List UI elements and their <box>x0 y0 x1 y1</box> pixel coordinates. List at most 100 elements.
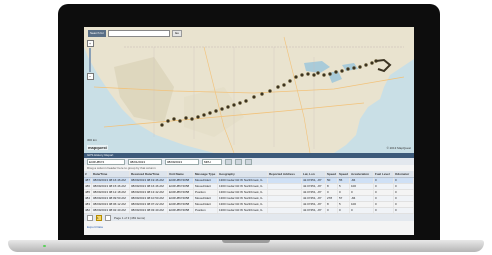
table-cell: 483 <box>85 202 92 207</box>
table-cell: -84 <box>350 196 374 201</box>
table-cell: 1300 Cedar Rd W Northbrook, IL <box>218 208 268 213</box>
col-header[interactable]: Speed <box>326 171 338 177</box>
table-cell: 57 <box>338 196 350 201</box>
table-cell: 1300 Cedar Rd W Northbrook, IL <box>218 202 268 207</box>
col-header[interactable]: Fuel Level <box>374 171 394 177</box>
col-header[interactable]: # <box>84 171 92 177</box>
zoom-out-button[interactable]: − <box>86 73 94 80</box>
table-cell: Moved/Alert <box>194 178 218 183</box>
table-cell: 0 <box>374 184 394 189</box>
table-cell <box>268 208 302 213</box>
table-cell: 0 <box>374 190 394 195</box>
col-header[interactable]: Message Type <box>194 171 218 177</box>
table-cell: 0 <box>338 208 350 213</box>
table-cell: 08/09/2013 08:02:40 AM <box>92 208 130 213</box>
col-header[interactable]: Unit Name <box>168 171 194 177</box>
table-cell: 0 <box>394 190 414 195</box>
table-cell: 1300 Cedar Rd W Northbrook, IL <box>218 178 268 183</box>
zoom-in-button[interactable]: + <box>86 40 94 47</box>
search-input[interactable] <box>107 30 170 37</box>
report-toolbar: ECRU8674 08/01/2013 08/09/2013 MPH <box>84 158 414 165</box>
table-cell: 278 <box>326 196 338 201</box>
table-cell: ECRU8674058 <box>168 202 194 207</box>
table-cell: 0 <box>326 208 338 213</box>
table-cell: 0 <box>394 208 414 213</box>
col-header[interactable]: Speed Limit <box>338 171 350 177</box>
table-cell: 08/09/2013 08:16:46 AM <box>130 184 168 189</box>
table-cell <box>268 202 302 207</box>
group-hint: Drag a column header here to group by th… <box>87 166 156 170</box>
unit-select[interactable]: MPH <box>202 158 222 165</box>
table-cell: 08/09/2013 08:09:50 AM <box>92 196 130 201</box>
pager: 1 Page 1 of 3 (481 items) <box>84 214 414 221</box>
table-cell: -84 <box>350 178 374 183</box>
table-cell: ECRU8674058 <box>168 196 194 201</box>
table-cell: 0 <box>374 202 394 207</box>
table-cell: 42.07451, -87 <box>302 184 326 189</box>
map-scale: 300 km <box>87 138 97 142</box>
table-cell: Moved/Alert <box>194 196 218 201</box>
col-header[interactable]: Geography <box>218 171 268 177</box>
zoom-slider[interactable] <box>89 48 91 72</box>
table-cell: 0 <box>394 202 414 207</box>
table-cell: 5 <box>338 202 350 207</box>
refresh-icon[interactable] <box>225 158 232 165</box>
table-cell: 100 <box>350 202 374 207</box>
table-cell: 8 <box>326 202 338 207</box>
col-header[interactable]: Odometer <box>394 171 414 177</box>
table-cell: 0 <box>374 178 394 183</box>
table-cell: 08/09/2013 08:06:12 AM <box>92 202 130 207</box>
col-header[interactable]: Reported Address <box>268 171 302 177</box>
table-cell: 5 <box>338 184 350 189</box>
table-cell: 484 <box>85 196 92 201</box>
go-button[interactable]: Go <box>171 30 182 37</box>
col-header[interactable]: Acceleration <box>350 171 374 177</box>
grid-header: # Date/Time Received Date/Time Unit Name… <box>84 171 414 178</box>
print-icon[interactable] <box>235 158 242 165</box>
table-cell <box>268 196 302 201</box>
laptop-base <box>8 240 484 252</box>
table-cell: 0 <box>394 184 414 189</box>
table-cell: 08/09/2013 08:16:46 AM <box>92 178 130 183</box>
table-cell: 0 <box>338 190 350 195</box>
data-grid: # Date/Time Received Date/Time Unit Name… <box>84 171 414 220</box>
app-screen: Search for Go + − 300 km mapquest © 2013… <box>84 27 414 235</box>
col-header[interactable]: Lat, Lon <box>302 171 326 177</box>
table-cell: 08/09/2013 08:19:46 AM <box>130 178 168 183</box>
current-page[interactable]: 1 <box>96 214 102 221</box>
table-cell: 485 <box>85 190 92 195</box>
map-search-bar: Search for Go <box>88 30 182 37</box>
table-cell: 0 <box>326 190 338 195</box>
table-cell: 42.07451, -87 <box>302 202 326 207</box>
table-cell: 50 <box>326 178 338 183</box>
table-cell: 1300 Cedar Rd W Northbrook, IL <box>218 196 268 201</box>
table-cell <box>268 184 302 189</box>
table-cell: 42.07451, -87 <box>302 190 326 195</box>
power-led <box>43 245 46 247</box>
map-canvas <box>84 27 414 153</box>
table-cell: 486 <box>85 184 92 189</box>
table-cell: ECRU8674058 <box>168 208 194 213</box>
export-icon[interactable] <box>245 158 252 165</box>
start-date-field[interactable]: 08/01/2013 <box>128 158 162 165</box>
export-link[interactable]: Export Data <box>87 225 103 229</box>
table-cell: 0 <box>394 178 414 183</box>
end-date-field[interactable]: 08/09/2013 <box>165 158 199 165</box>
laptop-notch <box>222 240 270 243</box>
table-cell: 0 <box>374 196 394 201</box>
first-page-button[interactable] <box>87 214 93 221</box>
col-header[interactable]: Date/Time <box>92 171 130 177</box>
vehicle-select[interactable]: ECRU8674 <box>87 158 125 165</box>
table-cell: 08/09/2013 08:12:18 AM <box>92 190 130 195</box>
next-page-button[interactable] <box>105 214 111 221</box>
col-header[interactable]: Received Date/Time <box>130 171 168 177</box>
table-cell: ECRU8674058 <box>168 190 194 195</box>
table-cell: 08/09/2013 08:03:40 AM <box>130 208 168 213</box>
table-cell: 487 <box>85 178 92 183</box>
table-cell: ECRU8674058 <box>168 178 194 183</box>
table-cell: Position <box>194 190 218 195</box>
map-view[interactable]: Search for Go + − 300 km mapquest © 2013… <box>84 27 414 153</box>
table-cell: 1300 Cedar Rd W Northbrook, IL <box>218 184 268 189</box>
table-cell: 1300 Cedar Rd W Northbrook, IL <box>218 190 268 195</box>
table-cell: ECRU8674058 <box>168 184 194 189</box>
